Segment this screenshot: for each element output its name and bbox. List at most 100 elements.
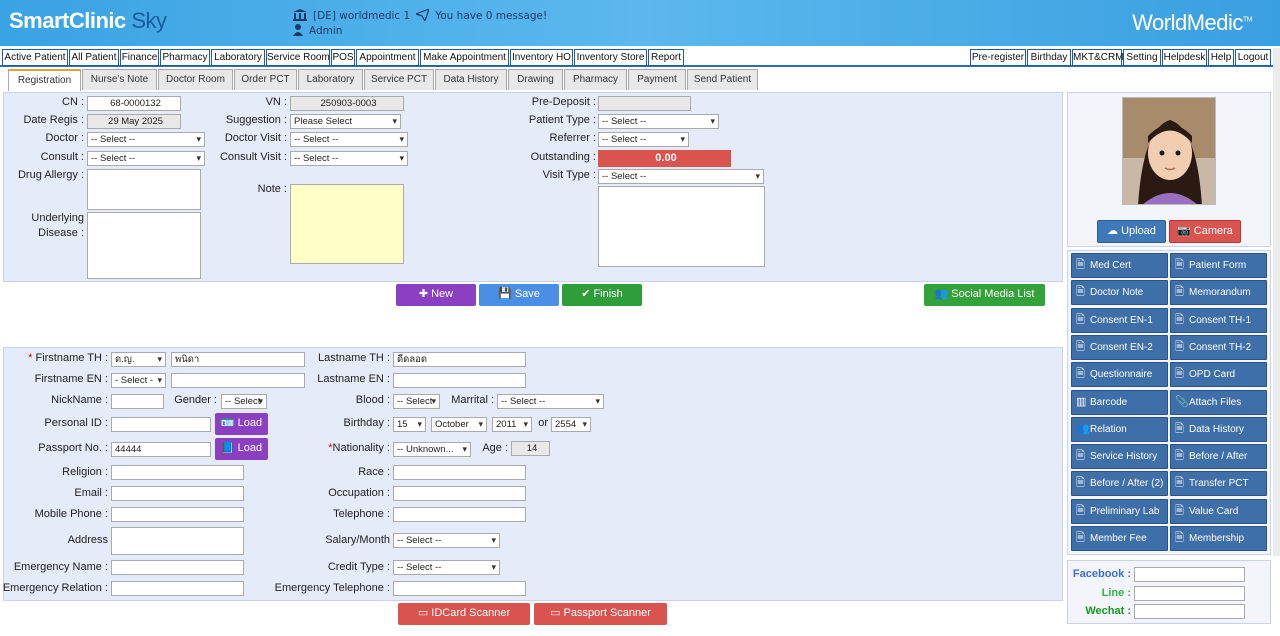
referrer-select[interactable]: -- Select --: [598, 132, 689, 147]
side-button-med-cert[interactable]: 🗎 Med Cert: [1071, 253, 1168, 278]
doctor-select[interactable]: -- Select --: [87, 132, 205, 147]
idcard-scanner-button[interactable]: ▭ IDCard Scanner: [398, 603, 530, 625]
load-personal-id-button[interactable]: 🪪 Load: [215, 413, 268, 435]
scrollbar[interactable]: [1273, 48, 1280, 556]
menu-active-patient[interactable]: Active Patient: [2, 49, 68, 66]
consult-select[interactable]: -- Select --: [87, 151, 205, 166]
menu-service-room[interactable]: Service Room: [266, 49, 330, 66]
menu-pos[interactable]: POS: [331, 49, 355, 66]
side-button-consent-en-2[interactable]: 🗎 Consent EN-2: [1071, 334, 1168, 360]
side-button-memorandum[interactable]: 🗎 Memorandum: [1170, 280, 1267, 306]
side-button-service-history[interactable]: 🗎 Service History: [1071, 444, 1168, 470]
menu-report[interactable]: Report: [648, 49, 684, 66]
title-en-select[interactable]: - Select -: [111, 373, 166, 388]
cn-field[interactable]: 68-0000132: [87, 96, 181, 111]
birthday-year-select[interactable]: 2011: [492, 417, 532, 432]
race-input[interactable]: [393, 465, 526, 480]
gender-select[interactable]: -- Select: [221, 394, 267, 409]
side-button-membership[interactable]: 🗎 Membership: [1170, 526, 1267, 551]
title-th-select[interactable]: ด.ญ.: [111, 352, 166, 367]
tab-service-pct[interactable]: Service PCT: [364, 69, 434, 90]
side-button-transfer-pct[interactable]: 🗎 Transfer PCT: [1170, 471, 1267, 497]
note-textarea[interactable]: [290, 184, 404, 264]
menu-logout[interactable]: Logout: [1235, 49, 1271, 66]
suggestion-select[interactable]: Please Select: [290, 114, 401, 129]
passport-input[interactable]: 44444: [111, 442, 211, 457]
underlying-disease-textarea[interactable]: [87, 212, 201, 279]
address-textarea[interactable]: [111, 527, 244, 555]
side-button-consent-th-2[interactable]: 🗎 Consent TH-2: [1170, 334, 1267, 360]
social-media-list-button[interactable]: 👥 Social Media List: [924, 284, 1045, 306]
birthday-month-select[interactable]: October: [431, 417, 487, 432]
menu-inventory-store[interactable]: Inventory Store: [574, 49, 647, 66]
marital-select[interactable]: -- Select --: [497, 394, 604, 409]
upload-button[interactable]: ☁ Upload: [1097, 220, 1166, 243]
menu-mkt-crm[interactable]: MKT&CRM: [1072, 49, 1124, 66]
side-button-opd-card[interactable]: 🗎 OPD Card: [1170, 362, 1267, 388]
menu-help[interactable]: Help: [1208, 49, 1234, 66]
side-button-consent-en-1[interactable]: 🗎 Consent EN-1: [1071, 307, 1168, 333]
app-logo[interactable]: SmartClinic Sky: [9, 8, 167, 34]
birthday-year-th-select[interactable]: 2554: [551, 417, 591, 432]
tab-order-pct[interactable]: Order PCT: [234, 69, 297, 90]
side-button-relation[interactable]: 👥 Relation: [1071, 416, 1168, 442]
tab-data-history[interactable]: Data History: [435, 69, 507, 90]
side-button-member-fee[interactable]: 🗎 Member Fee: [1071, 526, 1168, 551]
side-button-preliminary-lab[interactable]: 🗎 Preliminary Lab: [1071, 498, 1168, 524]
telephone-input[interactable]: [393, 507, 526, 522]
religion-input[interactable]: [111, 465, 244, 480]
lastname-th-input[interactable]: ดีดลอด: [393, 352, 526, 367]
tab-registration[interactable]: Registration: [8, 69, 81, 91]
tab-send-patient[interactable]: Send Patient: [687, 69, 758, 90]
side-button-consent-th-1[interactable]: 🗎 Consent TH-1: [1170, 307, 1267, 333]
email-input[interactable]: [111, 486, 244, 501]
tab-payment[interactable]: Payment: [628, 69, 686, 90]
menu-laboratory[interactable]: Laboratory: [211, 49, 265, 66]
line-input[interactable]: [1134, 586, 1245, 601]
personal-id-input[interactable]: [111, 417, 211, 432]
patient-type-select[interactable]: -- Select --: [598, 114, 719, 129]
emergency-telephone-input[interactable]: [393, 581, 526, 596]
side-button-data-history[interactable]: 🗎 Data History: [1170, 416, 1267, 442]
credit-type-select[interactable]: -- Select --: [393, 560, 500, 575]
nationality-select[interactable]: -- Unknown...: [393, 442, 471, 457]
passport-scanner-button[interactable]: ▭ Passport Scanner: [534, 603, 667, 625]
visit-type-select[interactable]: -- Select --: [598, 169, 764, 184]
drug-allergy-textarea[interactable]: [87, 169, 201, 210]
salary-select[interactable]: -- Select --: [393, 533, 500, 548]
camera-button[interactable]: 📷 Camera: [1169, 220, 1241, 243]
lastname-en-input[interactable]: [393, 373, 526, 388]
side-button-value-card[interactable]: 🗎 Value Card: [1170, 498, 1267, 524]
wechat-input[interactable]: [1134, 604, 1245, 619]
load-passport-button[interactable]: 📘 Load: [215, 438, 268, 460]
menu-all-patient[interactable]: All Patient: [69, 49, 119, 66]
blood-select[interactable]: -- Select: [393, 394, 440, 409]
side-button-questionnaire[interactable]: 🗎 Questionnaire: [1071, 362, 1168, 388]
menu-helpdesk[interactable]: Helpdesk: [1162, 49, 1207, 66]
side-button-barcode[interactable]: ▥ Barcode: [1071, 389, 1168, 415]
menu-finance[interactable]: Finance: [120, 49, 159, 66]
tab-doctor-room[interactable]: Doctor Room: [158, 69, 233, 90]
new-button[interactable]: ✚ New: [396, 284, 476, 306]
menu-inventory-ho[interactable]: Inventory HO: [510, 49, 573, 66]
mobile-phone-input[interactable]: [111, 507, 244, 522]
finish-button[interactable]: ✔ Finish: [562, 284, 642, 306]
side-button-before-after-2[interactable]: 🗎 Before / After (2): [1071, 471, 1168, 497]
messages-link[interactable]: You have 0 message!: [435, 10, 547, 22]
user-name[interactable]: Admin: [309, 25, 342, 37]
side-button-patient-form[interactable]: 🗎 Patient Form: [1170, 253, 1267, 278]
side-button-before-after[interactable]: 🗎 Before / After: [1170, 444, 1267, 470]
tab-laboratory[interactable]: Laboratory: [298, 69, 363, 90]
tab-drawing[interactable]: Drawing: [508, 69, 563, 90]
menu-setting[interactable]: Setting: [1123, 49, 1161, 66]
menu-appointment[interactable]: Appointment: [356, 49, 419, 66]
facebook-input[interactable]: [1134, 567, 1245, 582]
menu-pre-register[interactable]: Pre-register: [970, 49, 1026, 66]
side-button-doctor-note[interactable]: 🗎 Doctor Note: [1071, 280, 1168, 306]
consult-visit-select[interactable]: -- Select --: [290, 151, 408, 166]
save-button[interactable]: 💾 Save: [479, 284, 559, 306]
emergency-relation-input[interactable]: [111, 581, 244, 596]
tab-nurses-note[interactable]: Nurse's Note: [82, 69, 157, 90]
side-button-attach-files[interactable]: 📎 Attach Files: [1170, 389, 1267, 415]
menu-birthday[interactable]: Birthday: [1027, 49, 1071, 66]
